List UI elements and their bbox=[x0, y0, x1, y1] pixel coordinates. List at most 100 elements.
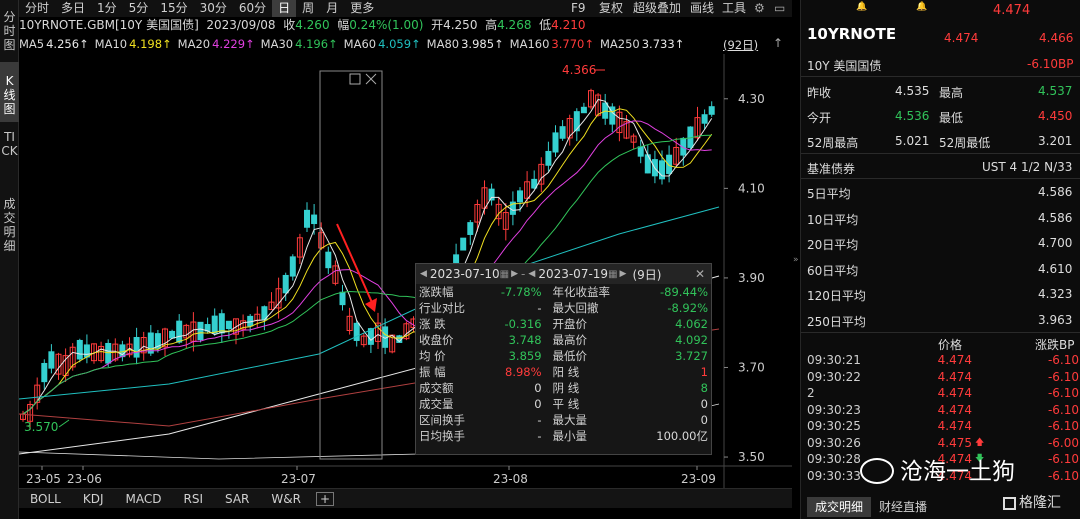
x-tick-label: 23-07 bbox=[281, 472, 316, 486]
current-price: 4.474 bbox=[944, 31, 979, 45]
trade-time: 2 bbox=[807, 386, 815, 400]
ma-value: 4.229↑ bbox=[212, 37, 255, 51]
stat-value: 3.201 bbox=[1038, 134, 1073, 148]
period-badge[interactable]: (92日) bbox=[723, 37, 758, 53]
tab-trade-detail-right[interactable]: 成交明细 bbox=[807, 497, 872, 517]
tab-kline[interactable]: K线图 bbox=[0, 62, 19, 122]
trade-header-change: 涨跌BP bbox=[1035, 338, 1075, 352]
end-date[interactable]: 2023-07-19 bbox=[538, 267, 608, 281]
quote-side-panel: 🔔 🔔 4.474 10YRNOTE 4.474 4.466 10Y 美国国债 … bbox=[800, 0, 1080, 519]
bell-icon[interactable]: 🔔 bbox=[856, 2, 867, 12]
period-intraday[interactable]: 分时 bbox=[19, 0, 55, 17]
period-15min[interactable]: 15分 bbox=[154, 0, 193, 17]
change-value: 0.24%(1.00) bbox=[349, 18, 424, 32]
popup-row: 成交额 0 阴 线 8 bbox=[416, 380, 711, 396]
tab-finance-live[interactable]: 财经直播 bbox=[871, 497, 935, 517]
calendar-icon[interactable]: ▦ bbox=[608, 269, 617, 280]
candle-body bbox=[83, 344, 90, 358]
stat-value: 5.021 bbox=[895, 134, 930, 148]
popup-row: 收盘价 3.748 最高价 4.092 bbox=[416, 332, 711, 348]
trade-change: -6.10 bbox=[1047, 353, 1079, 367]
trade-row: 09:30:26 4.475 🡅 -6.00 bbox=[807, 435, 1079, 452]
trade-time: 09:30:25 bbox=[807, 419, 861, 433]
popup-row: 日均换手 - 最小量 100.00亿 bbox=[416, 428, 711, 444]
candle-body bbox=[225, 320, 232, 330]
average-value: 4.586 bbox=[1038, 185, 1073, 199]
candle-body bbox=[573, 111, 580, 132]
adjust-button[interactable]: 复权 bbox=[599, 0, 623, 17]
tab-intraday[interactable]: 分时图 bbox=[0, 0, 19, 62]
stat-label: 52周最低 bbox=[939, 136, 991, 150]
period-1min[interactable]: 1分 bbox=[91, 0, 123, 17]
stat-label: 最大量 bbox=[552, 413, 588, 427]
panel-toggle-icon[interactable]: » bbox=[793, 255, 799, 265]
candle-body bbox=[48, 351, 55, 369]
close-icon[interactable]: ✕ bbox=[695, 267, 705, 281]
tab-trade-detail[interactable]: 成交明细 bbox=[0, 194, 19, 264]
add-indicator-icon[interactable]: + bbox=[315, 491, 334, 506]
stat-label: 收盘价 bbox=[419, 333, 454, 347]
indicator-rsi[interactable]: RSI bbox=[172, 489, 214, 509]
popup-stats-table: 涨跌幅 -7.78% 年化收益率 -89.44% 行业对比 - 最大回撤 -8.92% 涨 跌-… bbox=[416, 284, 711, 444]
bell-icon[interactable]: 🔔 bbox=[916, 2, 927, 12]
watermark-text: 沧海一土狗 bbox=[860, 452, 1015, 486]
trade-row: 09:30:21 4.474 -6.10 bbox=[807, 352, 1079, 369]
draw-button[interactable]: 画线 bbox=[690, 0, 714, 17]
stat-label: 振 幅 bbox=[419, 365, 446, 379]
stat-label: 涨跌幅 bbox=[419, 285, 454, 299]
stat-value: 3.727 bbox=[675, 349, 708, 363]
period-60min[interactable]: 60分 bbox=[233, 0, 272, 17]
candle-body bbox=[339, 291, 346, 306]
x-tick-label: 23-08 bbox=[493, 472, 528, 486]
trade-change: -6.00 bbox=[1047, 435, 1079, 450]
top-price: 4.474 bbox=[993, 3, 1031, 18]
stat-value: 0 bbox=[534, 397, 542, 411]
period-30min[interactable]: 30分 bbox=[194, 0, 233, 17]
period-more[interactable]: 更多 bbox=[344, 0, 380, 17]
indicator-macd[interactable]: MACD bbox=[115, 489, 173, 509]
average-label: 20日平均 bbox=[807, 238, 859, 252]
start-date[interactable]: 2023-07-10 bbox=[430, 267, 500, 281]
popup-row: 均 价 3.859 最低价 3.727 bbox=[416, 348, 711, 364]
tab-tick[interactable]: TICK bbox=[0, 122, 19, 194]
indicator-sar[interactable]: SAR bbox=[214, 489, 260, 509]
stat-label: 行业对比 bbox=[419, 301, 465, 315]
indicator-kdj[interactable]: KDJ bbox=[72, 489, 115, 509]
low-label: 3.570 bbox=[24, 420, 58, 434]
ma-label: MA60 bbox=[343, 37, 377, 51]
y-tick-label: 3.90 bbox=[738, 271, 765, 285]
stat-label: 成交额 bbox=[419, 381, 454, 395]
trade-price: 4.474 bbox=[937, 369, 972, 384]
next-start-icon[interactable]: ▶ bbox=[511, 269, 518, 279]
period-day[interactable]: 日 bbox=[272, 0, 297, 17]
f9-button[interactable]: F9 bbox=[571, 0, 586, 17]
indicator-boll[interactable]: BOLL bbox=[19, 489, 72, 509]
period-multiday[interactable]: 多日 bbox=[55, 0, 91, 17]
next-end-icon[interactable]: ▶ bbox=[620, 269, 627, 279]
stat-value: 100.00亿 bbox=[656, 429, 708, 443]
stat-value: 0 bbox=[700, 413, 708, 427]
candle-body bbox=[325, 251, 332, 269]
calendar-icon[interactable]: ▦ bbox=[500, 269, 509, 280]
ma-label: MA30 bbox=[260, 37, 294, 51]
prev-end-icon[interactable]: ◀ bbox=[528, 269, 535, 279]
left-tab-strip: 分时图 K线图 TICK 成交明细 bbox=[0, 0, 19, 519]
stat-label: 成交量 bbox=[419, 397, 454, 411]
period-month[interactable]: 月 bbox=[320, 0, 344, 17]
gear-icon[interactable]: ⚙ bbox=[754, 0, 765, 17]
collapse-icon[interactable]: ↑ bbox=[773, 36, 783, 50]
stat-label: 昨收 bbox=[807, 86, 832, 100]
window-icon[interactable]: ▭ bbox=[774, 0, 785, 17]
arrow-placeholder bbox=[972, 402, 992, 419]
period-week[interactable]: 周 bbox=[296, 0, 320, 17]
period-5min[interactable]: 5分 bbox=[123, 0, 155, 17]
ma-label: MA250 bbox=[599, 37, 640, 51]
prev-start-icon[interactable]: ◀ bbox=[420, 269, 427, 279]
overlay-button[interactable]: 超级叠加 bbox=[633, 0, 681, 17]
ma-value: 4.198↑ bbox=[129, 37, 172, 51]
trade-price: 4.474 bbox=[937, 353, 972, 367]
tools-button[interactable]: 工具 bbox=[722, 0, 746, 17]
stat-label: 今开 bbox=[807, 111, 832, 125]
indicator-wr[interactable]: W&R bbox=[260, 489, 312, 509]
trade-price: 4.474 bbox=[937, 402, 972, 417]
